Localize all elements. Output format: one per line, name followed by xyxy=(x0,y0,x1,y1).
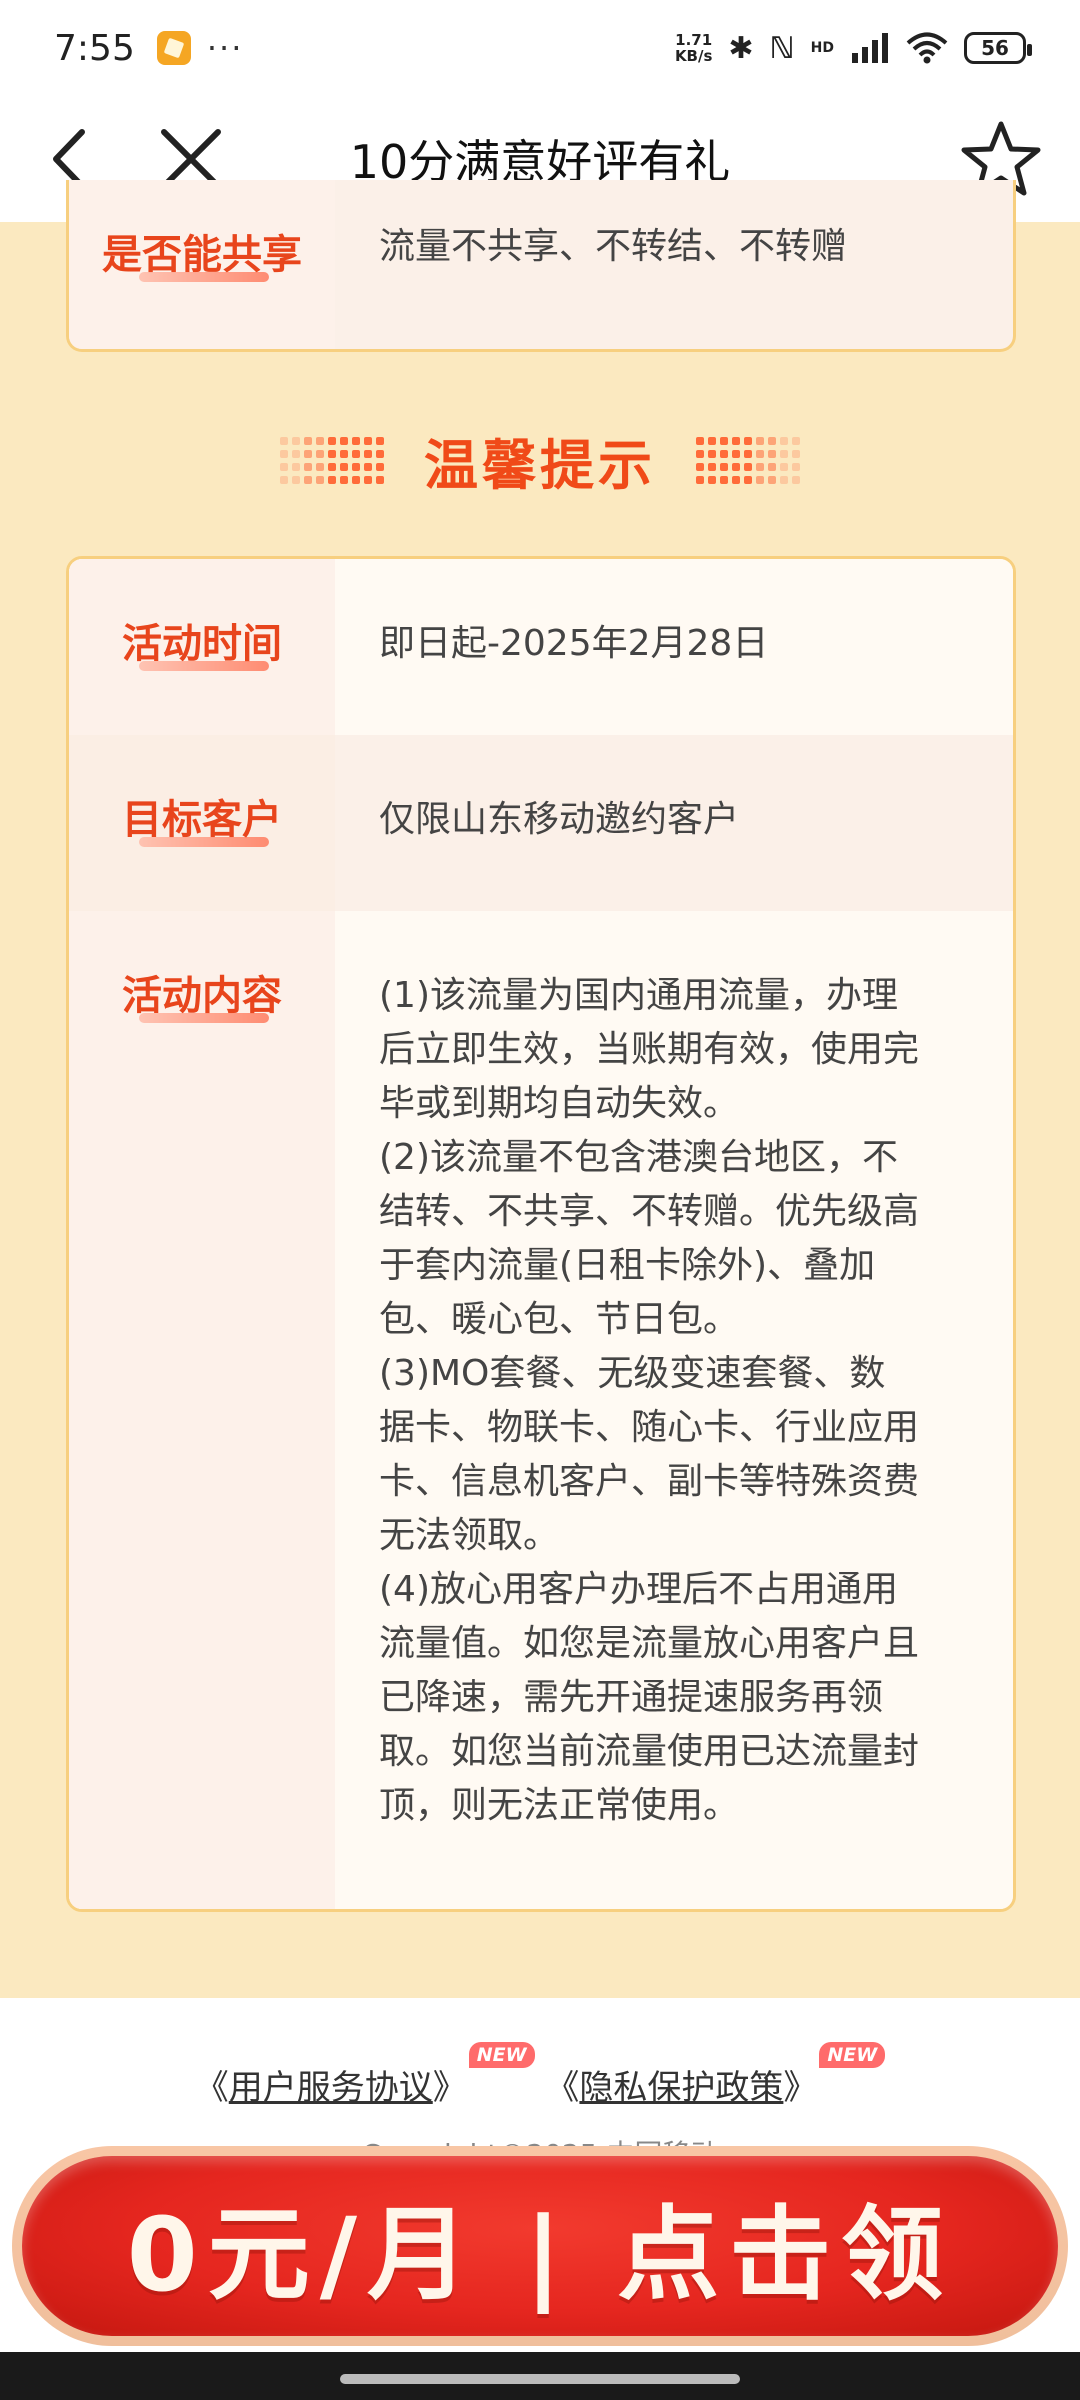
content-line: 取。如您当前流量使用已达流量封 xyxy=(379,1731,920,1772)
user-agreement-link[interactable]: 用户服务协议 xyxy=(229,2068,433,2108)
decor-dots-right xyxy=(696,436,800,484)
content-line: 顶，则无法正常使用。 xyxy=(379,1785,740,1826)
content-line: 于套内流量(日租卡除外)、叠加 xyxy=(379,1245,876,1286)
content-line: 后立即生效，当账期有效，使用完 xyxy=(379,1029,920,1070)
activity-time-value: 即日起-2025年2月28日 xyxy=(379,623,769,664)
new-badge: NEW xyxy=(468,2042,535,2068)
status-time: 7:55 xyxy=(54,27,135,69)
new-badge: NEW xyxy=(819,2042,886,2068)
activity-content-row: 活动内容 (1)该流量为国内通用流量，办理 后立即生效，当账期有效，使用完 毕或… xyxy=(69,911,1013,1909)
content-line: 毕或到期均自动失效。 xyxy=(379,1083,740,1124)
home-indicator[interactable] xyxy=(340,2374,740,2384)
label-underline xyxy=(139,272,269,282)
target-customer-row: 目标客户 仅限山东移动邀约客户 xyxy=(69,735,1013,911)
nfc-icon: ℕ xyxy=(769,30,795,66)
section-title: 温馨提示 xyxy=(0,420,1080,500)
content-line: (4)放心用客户办理后不占用通用 xyxy=(379,1569,898,1610)
sharing-row: 是否能共享 流量不共享、不转结、不转赠 xyxy=(69,180,1013,349)
privacy-policy-link[interactable]: 隐私保护政策 xyxy=(579,2068,783,2108)
content-line: (1)该流量为国内通用流量，办理 xyxy=(379,975,898,1016)
content-line: 流量值。如您是流量放心用客户且 xyxy=(379,1623,920,1664)
content-line: 卡、信息机客户、副卡等特殊资费 xyxy=(379,1461,920,1502)
network-speed: 1.71 KB/s xyxy=(674,31,713,65)
content-line: 结转、不共享、不转赠。优先级高 xyxy=(379,1191,920,1232)
content-line: 据卡、物联卡、随心卡、行业应用 xyxy=(379,1407,920,1448)
activity-time-row: 活动时间 即日起-2025年2月28日 xyxy=(69,559,1013,735)
section-title-text: 温馨提示 xyxy=(424,433,656,497)
hd-label: HD xyxy=(810,40,834,56)
battery-icon: 56 xyxy=(964,32,1032,64)
sharing-value: 流量不共享、不转结、不转赠 xyxy=(379,226,848,267)
content-line: 包、暖心包、节日包。 xyxy=(379,1299,740,1340)
sharing-card: 是否能共享 流量不共享、不转结、不转赠 xyxy=(66,180,1016,352)
notification-app-icon xyxy=(156,31,191,65)
battery-level: 56 xyxy=(981,36,1009,60)
label-underline xyxy=(139,1013,269,1023)
content-line: 无法领取。 xyxy=(379,1515,560,1556)
content-line: 已降速，需先开通提速服务再领 xyxy=(379,1677,884,1718)
more-notifications-icon: ··· xyxy=(206,29,244,67)
footer-links: 《用户服务协议》NEW 《隐私保护政策》NEW xyxy=(0,2042,1080,2109)
cell-signal-icon xyxy=(852,33,888,63)
content-line: (3)MO套餐、无级变速套餐、数 xyxy=(379,1353,886,1394)
status-bar: 7:55 ··· 1.71 KB/s ✱ ℕ HD 56 xyxy=(0,0,1080,96)
target-customer-value: 仅限山东移动邀约客户 xyxy=(379,799,740,840)
info-card: 活动时间 即日起-2025年2月28日 目标客户 仅限山东移动邀约客户 活动内容… xyxy=(66,556,1016,1912)
label-underline xyxy=(139,837,269,847)
label-underline xyxy=(139,661,269,671)
wifi-icon xyxy=(906,32,948,64)
bluetooth-icon: ✱ xyxy=(728,30,754,66)
content-line: (2)该流量不包含港澳台地区，不 xyxy=(379,1137,898,1178)
decor-dots-left xyxy=(280,436,384,484)
status-icons: 1.71 KB/s ✱ ℕ HD 56 xyxy=(674,30,1032,66)
claim-button-label: 0元/月 | 点击领 xyxy=(126,2195,954,2315)
claim-button[interactable]: 0元/月 | 点击领 xyxy=(12,2146,1068,2346)
activity-content-text: (1)该流量为国内通用流量，办理 后立即生效，当账期有效，使用完 毕或到期均自动… xyxy=(335,911,1013,1909)
